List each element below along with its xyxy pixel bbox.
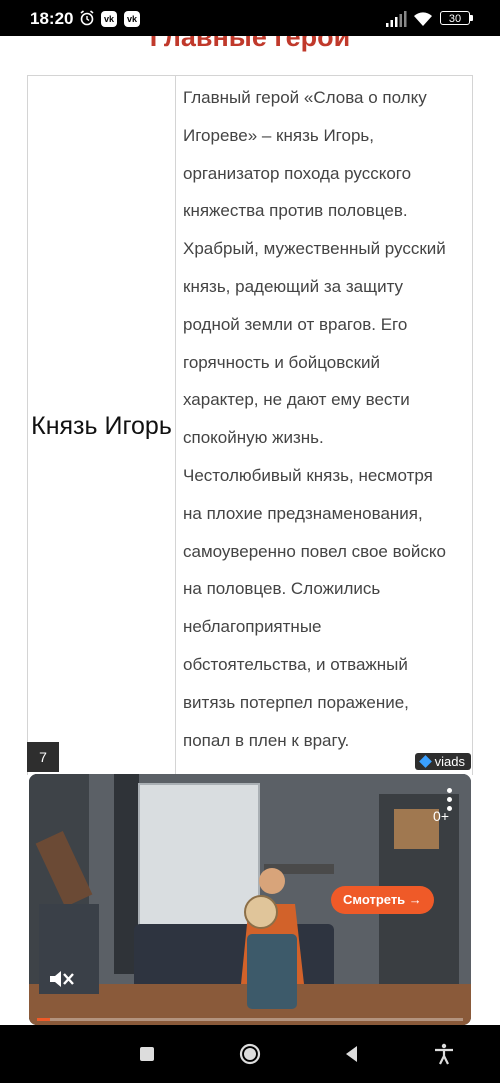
wifi-icon — [414, 12, 432, 26]
description-line: князь, радеющий за защиту — [183, 276, 404, 296]
description-line: Главный герой «Слова о полку — [183, 88, 427, 107]
age-rating: 0+ — [433, 808, 449, 824]
description-line: характер, не дают ему вести — [183, 390, 410, 410]
navigation-bar — [0, 1025, 500, 1083]
ad-counter: 7 — [27, 742, 59, 772]
description-line: княжества против половцев. — [183, 201, 408, 221]
vk-icon: vk — [101, 11, 117, 27]
description-line: родной земли от врагов. Его — [183, 314, 408, 334]
accessibility-icon[interactable] — [432, 1042, 456, 1066]
description-line: витязь потерпел поражение, — [183, 692, 409, 712]
mute-icon[interactable] — [47, 967, 75, 991]
alarm-icon — [80, 10, 94, 26]
description-line: обстоятельства, и отважный — [183, 654, 408, 674]
description-line: спокойную жизнь. — [183, 428, 324, 448]
status-time: 18:20 — [30, 9, 74, 28]
vk-icon: vk — [124, 11, 140, 27]
watch-button[interactable]: Смотреть → — [331, 886, 434, 914]
viads-badge[interactable]: viads — [414, 753, 471, 770]
description-line: самоуверенно повел свое войско — [183, 541, 446, 561]
hero-description-cell: Главный герой «Слова о полку Игореве» – … — [183, 79, 473, 759]
ad-progress-fill — [37, 1018, 50, 1021]
signal-icon — [386, 11, 407, 27]
recent-apps-icon[interactable] — [135, 1042, 159, 1066]
viads-label: viads — [434, 754, 465, 769]
description-line: горячность и бойцовский — [183, 352, 380, 372]
home-icon[interactable] — [238, 1042, 262, 1066]
description-line: организатор похода русского — [183, 163, 412, 183]
table-divider — [175, 76, 176, 776]
heroes-table: Князь Игорь Главный герой «Слова о полку… — [27, 75, 473, 776]
ad-video[interactable]: 0+ Смотреть → — [29, 774, 471, 1025]
description-line: неблагоприятные — [183, 617, 322, 637]
description-line: на половцев. Сложились — [183, 579, 381, 599]
video-ad: 7 viads 0+ Смотреть → — [27, 742, 473, 1025]
back-icon[interactable] — [340, 1042, 364, 1066]
diamond-icon — [418, 755, 432, 768]
description-line: Храбрый, мужественный русский — [183, 239, 446, 259]
description-line: Игореве» – князь Игорь, — [183, 125, 375, 145]
description-line: Честолюбивый князь, несмотря — [183, 465, 433, 485]
description-line: на плохие предзнаменования, — [183, 503, 423, 523]
battery-indicator: 30 — [440, 11, 470, 25]
battery-icon — [470, 15, 473, 21]
hero-name-cell: Князь Игорь — [28, 76, 175, 776]
hero-name: Князь Игорь — [31, 411, 172, 440]
ad-progress-bar — [37, 1018, 463, 1021]
status-bar: 18:20 vk vk 30 — [0, 0, 500, 36]
